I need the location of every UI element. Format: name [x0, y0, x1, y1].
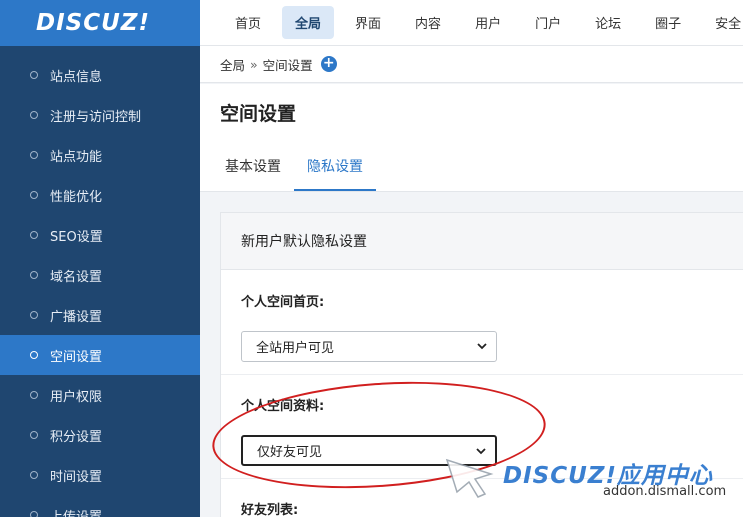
select-value: 全站用户可见	[256, 341, 335, 356]
sidebar-item-label: 用户权限	[50, 389, 103, 405]
bullet-icon	[30, 471, 38, 479]
logo-text: DISCUZ!	[36, 10, 150, 36]
cursor-arrow-icon	[445, 458, 494, 498]
sidebar-item-label: SEO设置	[50, 229, 103, 245]
sidebar-item-broadcast[interactable]: 广播设置	[0, 295, 200, 335]
bullet-icon	[30, 231, 38, 239]
watermark-url: addon.dismall.com	[603, 484, 727, 499]
sidebar-item-seo[interactable]: SEO设置	[0, 215, 200, 255]
sidebar-item-credits[interactable]: 积分设置	[0, 415, 200, 455]
bullet-icon	[30, 71, 38, 79]
field-label-space-profile: 个人空间资料:	[241, 399, 325, 414]
tab-privacy-settings[interactable]: 隐私设置	[294, 144, 376, 191]
sidebar-item-label: 站点信息	[50, 69, 103, 85]
bullet-icon	[30, 271, 38, 279]
add-shortcut-icon[interactable]: +	[320, 56, 337, 72]
sidebar-item-permissions[interactable]: 用户权限	[0, 375, 200, 415]
watermark: DISCUZ!应用中心 addon.dismall.com	[445, 450, 743, 510]
sidebar-item-site-features[interactable]: 站点功能	[0, 135, 200, 175]
top-nav: 首页 全局 界面 内容 用户 门户 论坛 圈子 安全	[200, 0, 743, 46]
sidebar-menu: 站点信息 注册与访问控制 站点功能 性能优化 SEO设置 域名设置 广播设置 空…	[0, 55, 200, 517]
sidebar-item-label: 域名设置	[50, 269, 103, 285]
sidebar-item-space[interactable]: 空间设置	[0, 335, 200, 375]
breadcrumb-root[interactable]: 全局	[220, 55, 245, 74]
sidebar-item-label: 上传设置	[50, 509, 103, 517]
page-title: 空间设置	[220, 103, 297, 125]
tab-global[interactable]: 全局	[282, 6, 335, 39]
sidebar-item-label: 注册与访问控制	[50, 109, 142, 125]
tab-content[interactable]: 内容	[402, 6, 454, 39]
field-label-friend-list: 好友列表:	[241, 503, 299, 517]
sidebar-item-register-access[interactable]: 注册与访问控制	[0, 95, 200, 135]
sidebar-item-label: 空间设置	[50, 349, 103, 365]
bullet-icon	[30, 431, 38, 439]
bullet-icon	[30, 511, 38, 517]
sidebar-item-upload[interactable]: 上传设置	[0, 495, 200, 517]
breadcrumb-current: 空间设置	[262, 57, 313, 73]
divider	[221, 374, 743, 375]
tab-forum[interactable]: 论坛	[582, 6, 634, 39]
tab-portal[interactable]: 门户	[522, 6, 574, 39]
sidebar-item-label: 站点功能	[50, 149, 103, 165]
tab-security[interactable]: 安全	[702, 6, 743, 39]
sidebar-item-label: 广播设置	[50, 309, 103, 325]
sidebar-item-site-info[interactable]: 站点信息	[0, 55, 200, 95]
bullet-icon	[30, 311, 38, 319]
bullet-icon	[30, 191, 38, 199]
tab-home[interactable]: 首页	[222, 6, 274, 39]
page-header: 空间设置 基本设置 隐私设置	[200, 84, 743, 192]
select-value: 仅好友可见	[257, 445, 323, 460]
bullet-icon	[30, 351, 38, 359]
sidebar-item-label: 积分设置	[50, 429, 103, 445]
sidebar-item-time[interactable]: 时间设置	[0, 455, 200, 495]
sidebar-item-label: 性能优化	[50, 189, 103, 205]
sidebar-item-label: 时间设置	[50, 469, 103, 485]
breadcrumb-separator: »	[250, 56, 258, 72]
space-home-select[interactable]: 全站用户可见	[241, 331, 497, 362]
sidebar: DISCUZ! 站点信息 注册与访问控制 站点功能 性能优化 SEO设置 域名设…	[0, 0, 200, 517]
sidebar-item-domain[interactable]: 域名设置	[0, 255, 200, 295]
breadcrumb: 全局 » 空间设置 +	[200, 46, 743, 83]
field-label-space-home: 个人空间首页:	[241, 295, 325, 310]
tab-groups[interactable]: 圈子	[642, 6, 694, 39]
bullet-icon	[30, 391, 38, 399]
tab-interface[interactable]: 界面	[342, 6, 394, 39]
chevron-down-icon	[477, 343, 487, 350]
bullet-icon	[30, 151, 38, 159]
tab-users[interactable]: 用户	[462, 6, 514, 39]
subtabs: 基本设置 隐私设置	[212, 144, 376, 191]
bullet-icon	[30, 111, 38, 119]
sidebar-item-performance[interactable]: 性能优化	[0, 175, 200, 215]
tab-basic-settings[interactable]: 基本设置	[212, 144, 294, 191]
logo[interactable]: DISCUZ!	[0, 0, 200, 46]
section-title: 新用户默认隐私设置	[221, 213, 743, 270]
